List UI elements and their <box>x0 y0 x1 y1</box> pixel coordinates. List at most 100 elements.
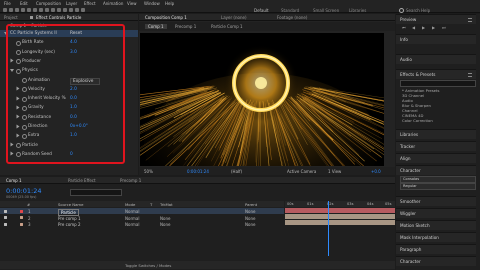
resolution-select[interactable]: (Half) <box>231 169 242 174</box>
panel-effects-presets[interactable]: Effects & Presets <box>396 69 476 79</box>
menu-window[interactable]: Window <box>144 1 160 6</box>
panel-smoother[interactable]: Smoother <box>396 196 476 206</box>
last-frame-icon[interactable]: ⏭ <box>442 25 446 30</box>
layer-trkmat-select[interactable]: None <box>160 222 170 227</box>
col-trkmat[interactable]: TrkMat <box>160 202 173 207</box>
panel-paragraph[interactable]: Paragraph <box>396 244 476 254</box>
menu-help[interactable]: Help <box>165 1 174 6</box>
track-bar-precomp-2[interactable] <box>285 220 395 225</box>
effects-tree-item[interactable]: Color Correction <box>402 118 433 123</box>
type-tool-icon[interactable] <box>57 8 61 12</box>
layer-row[interactable]: 2 Pre comp 1 Normal None None <box>0 215 284 221</box>
pan-behind-tool-icon[interactable] <box>39 8 43 12</box>
effects-search-input[interactable] <box>400 80 476 87</box>
panel-audio[interactable]: Audio <box>396 54 476 64</box>
rotate-tool-icon[interactable] <box>27 8 31 12</box>
tab-project[interactable]: Project <box>4 15 18 20</box>
layer-mode-select[interactable]: Normal <box>125 209 139 214</box>
workspace-standard[interactable]: Standard <box>281 8 299 13</box>
pen-tool-icon[interactable] <box>51 8 55 12</box>
home-tool-icon[interactable] <box>3 8 7 12</box>
layer-parent-select[interactable]: None <box>245 209 255 214</box>
layer-parent-select[interactable]: None <box>245 222 255 227</box>
crumb-precomp-1[interactable]: Precomp 1 <box>175 24 196 29</box>
track-bar-precomp-1[interactable] <box>285 214 395 219</box>
rectangle-tool-icon[interactable] <box>45 8 49 12</box>
layer-row[interactable]: 3 Pre comp 2 Normal None None <box>0 221 284 227</box>
toggle-switches-modes[interactable]: Toggle Switches / Modes <box>125 263 171 268</box>
layer-mode-select[interactable]: Normal <box>125 216 139 221</box>
menu-composition[interactable]: Composition <box>36 1 61 6</box>
zoom-level[interactable]: 50% <box>144 169 153 174</box>
puppet-tool-icon[interactable] <box>81 8 85 12</box>
visibility-eye-icon[interactable] <box>4 209 7 213</box>
menu-edit[interactable]: Edit <box>20 1 28 6</box>
menu-view[interactable]: View <box>127 1 137 6</box>
layer-label-color-swatch[interactable] <box>20 209 23 213</box>
timeline-timecode[interactable]: 0:00:01:24 <box>6 187 42 195</box>
next-frame-icon[interactable]: ▶ <box>432 25 435 30</box>
views-select[interactable]: 1 View <box>328 169 341 174</box>
prev-frame-icon[interactable]: ◀ <box>412 25 415 30</box>
panel-info[interactable]: Info <box>396 34 476 44</box>
workspace-default[interactable]: Default <box>254 8 269 13</box>
zoom-tool-icon[interactable] <box>21 8 25 12</box>
visibility-eye-icon[interactable] <box>4 216 7 219</box>
brush-tool-icon[interactable] <box>63 8 67 12</box>
tab-timeline-comp[interactable]: Comp 1 <box>6 178 22 183</box>
crumb-particle-comp[interactable]: Particle Comp 1 <box>211 24 243 29</box>
col-source-name[interactable]: Source Name <box>58 202 83 207</box>
menu-effect[interactable]: Effect <box>84 1 96 6</box>
tab-layer[interactable]: Layer (none) <box>221 15 247 20</box>
layer-row[interactable]: 1 Particle Normal None <box>0 208 284 216</box>
workspace-libraries[interactable]: Libraries <box>349 8 366 13</box>
track-bar-particle[interactable] <box>285 208 395 213</box>
panel-menu-icon[interactable] <box>468 18 472 22</box>
layer-mode-select[interactable]: Normal <box>125 222 139 227</box>
col-mode[interactable]: Mode <box>125 202 135 207</box>
eraser-tool-icon[interactable] <box>75 8 79 12</box>
font-style-select[interactable]: Regular <box>400 183 476 190</box>
panel-preview[interactable]: Preview <box>396 14 476 24</box>
layer-label-color-swatch[interactable] <box>20 222 23 226</box>
tab-precomp[interactable]: Precomp 1 <box>120 178 141 183</box>
comp-timecode[interactable]: 0:00:01:24 <box>187 169 209 174</box>
effects-menu-icon[interactable] <box>468 73 472 77</box>
menu-layer[interactable]: Layer <box>66 1 77 6</box>
play-icon[interactable]: ▶ <box>422 25 425 30</box>
hand-tool-icon[interactable] <box>15 8 19 12</box>
menu-animation[interactable]: Animation <box>103 1 123 6</box>
composition-viewer[interactable] <box>140 33 384 166</box>
visibility-eye-icon[interactable] <box>4 222 7 226</box>
panel-character-top[interactable]: Character <box>396 165 476 175</box>
panel-mask-interpolation[interactable]: Mask Interpolation <box>396 232 476 242</box>
camera-tool-icon[interactable] <box>33 8 37 12</box>
panel-motion-sketch[interactable]: Motion Sketch <box>396 220 476 230</box>
search-help-input[interactable]: Search Help <box>406 8 430 13</box>
col-parent[interactable]: Parent <box>245 202 257 207</box>
timeline-search-input[interactable] <box>70 189 122 196</box>
tab-effect-controls[interactable]: Effect Controls Particle <box>36 15 81 20</box>
time-ruler[interactable]: 00s 01s 02s 03s 04s 05s <box>285 201 395 207</box>
clone-stamp-tool-icon[interactable] <box>69 8 73 12</box>
layer-source-name[interactable]: Pre comp 2 <box>58 222 81 227</box>
layer-label-color-swatch[interactable] <box>20 216 23 219</box>
tab-particle-effect[interactable]: Particle Effect <box>68 178 96 183</box>
selection-tool-icon[interactable] <box>9 8 13 12</box>
playhead[interactable] <box>327 201 329 256</box>
panel-wiggler[interactable]: Wiggler <box>396 208 476 218</box>
search-icon[interactable] <box>399 8 404 13</box>
panel-libraries[interactable]: Libraries <box>396 129 476 139</box>
exposure-offset[interactable]: +0.0 <box>371 169 381 174</box>
tab-composition[interactable]: Composition Comp 1 <box>145 15 187 20</box>
panel-tracker[interactable]: Tracker <box>396 141 476 151</box>
tab-footage[interactable]: Footage (none) <box>277 15 307 20</box>
first-frame-icon[interactable]: ⏮ <box>402 25 406 30</box>
layer-parent-select[interactable]: None <box>245 216 255 221</box>
menu-file[interactable]: File <box>4 1 11 6</box>
workspace-small-screen[interactable]: Small Screen <box>313 8 339 13</box>
font-family-select[interactable]: Consolas <box>400 176 476 183</box>
panel-character[interactable]: Character <box>396 256 476 266</box>
panel-align[interactable]: Align <box>396 153 476 163</box>
layer-trkmat-select[interactable]: None <box>160 216 170 221</box>
